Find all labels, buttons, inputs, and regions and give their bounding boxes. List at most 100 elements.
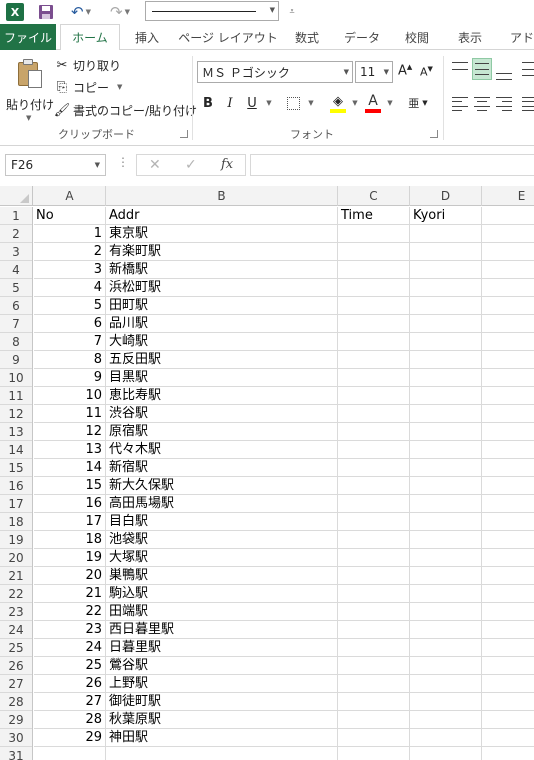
cell-kyori[interactable]: [410, 747, 482, 760]
cell-e[interactable]: [482, 423, 534, 440]
cell-addr[interactable]: 東京駅: [106, 225, 338, 242]
cell-addr[interactable]: 目黒駅: [106, 369, 338, 386]
paste-dropdown-icon[interactable]: ▼: [26, 114, 31, 122]
cell-c1[interactable]: Time: [338, 207, 410, 224]
cell-kyori[interactable]: [410, 513, 482, 530]
redo-button[interactable]: ↷ ▼: [105, 2, 135, 22]
undo-button[interactable]: ↶ ▼: [66, 2, 96, 22]
row-header[interactable]: 22: [0, 585, 32, 603]
row-header[interactable]: 17: [0, 495, 32, 513]
row-header[interactable]: 9: [0, 351, 32, 369]
cell-addr[interactable]: 御徒町駅: [106, 693, 338, 710]
cell-time[interactable]: [338, 549, 410, 566]
row-header[interactable]: 21: [0, 567, 32, 585]
row-header[interactable]: 6: [0, 297, 32, 315]
cell-kyori[interactable]: [410, 333, 482, 350]
row-header[interactable]: 2: [0, 225, 32, 243]
cell-no[interactable]: 13: [34, 441, 106, 458]
row-header[interactable]: 8: [0, 333, 32, 351]
cell-no[interactable]: 2: [34, 243, 106, 260]
cell-kyori[interactable]: [410, 369, 482, 386]
cell-e[interactable]: [482, 675, 534, 692]
row-header[interactable]: 10: [0, 369, 32, 387]
cell-kyori[interactable]: [410, 693, 482, 710]
cell-time[interactable]: [338, 297, 410, 314]
cell-no[interactable]: 23: [34, 621, 106, 638]
cell-time[interactable]: [338, 315, 410, 332]
cell-no[interactable]: 22: [34, 603, 106, 620]
format-painter-button[interactable]: 🖌 書式のコピー/貼り付け: [54, 100, 197, 120]
align-right-button[interactable]: [496, 97, 512, 111]
cell-time[interactable]: [338, 243, 410, 260]
excel-logo-icon[interactable]: X: [5, 2, 25, 22]
cell-e[interactable]: [482, 279, 534, 296]
cell-no[interactable]: 29: [34, 729, 106, 746]
cell-addr[interactable]: 有楽町駅: [106, 243, 338, 260]
cell-e[interactable]: [482, 333, 534, 350]
cell-e[interactable]: [482, 243, 534, 260]
cell-no[interactable]: 16: [34, 495, 106, 512]
tab-data[interactable]: データ: [336, 24, 388, 50]
cell-addr[interactable]: 原宿駅: [106, 423, 338, 440]
cell-no[interactable]: 26: [34, 675, 106, 692]
row-header[interactable]: 14: [0, 441, 32, 459]
cell-e[interactable]: [482, 225, 534, 242]
cell-e[interactable]: [482, 315, 534, 332]
select-all-button[interactable]: [0, 186, 33, 206]
fill-color-button[interactable]: ◈: [328, 92, 348, 114]
redo-dropdown-icon[interactable]: ▼: [125, 8, 130, 16]
cell-e[interactable]: [482, 621, 534, 638]
cell-addr[interactable]: 新橋駅: [106, 261, 338, 278]
tab-file[interactable]: ファイル: [0, 24, 56, 50]
row-header[interactable]: 12: [0, 405, 32, 423]
cell-no[interactable]: 15: [34, 477, 106, 494]
undo-dropdown-icon[interactable]: ▼: [86, 8, 91, 16]
cell-e[interactable]: [482, 747, 534, 760]
cell-time[interactable]: [338, 225, 410, 242]
cell-e[interactable]: [482, 531, 534, 548]
cell-addr[interactable]: 高田馬場駅: [106, 495, 338, 512]
align-top-button[interactable]: [452, 62, 468, 76]
font-size-select[interactable]: 11 ▼: [355, 61, 393, 83]
tab-home[interactable]: ホーム: [60, 24, 120, 51]
formula-bar-grip-icon[interactable]: ⋮: [117, 155, 129, 169]
cell-e[interactable]: [482, 549, 534, 566]
cell-addr[interactable]: 西日暮里駅: [106, 621, 338, 638]
row-header[interactable]: 16: [0, 477, 32, 495]
cell-time[interactable]: [338, 747, 410, 760]
cell-time[interactable]: [338, 279, 410, 296]
cell-e[interactable]: [482, 369, 534, 386]
borders-button[interactable]: [285, 92, 301, 114]
cell-kyori[interactable]: [410, 603, 482, 620]
cell-e[interactable]: [482, 639, 534, 656]
cell-addr[interactable]: 五反田駅: [106, 351, 338, 368]
cell-kyori[interactable]: [410, 243, 482, 260]
row-header[interactable]: 7: [0, 315, 32, 333]
text-direction-button[interactable]: [522, 62, 534, 76]
cell-no[interactable]: [34, 747, 106, 760]
underline-dropdown-icon[interactable]: ▼: [264, 92, 274, 114]
cell-kyori[interactable]: [410, 675, 482, 692]
shrink-font-button[interactable]: A▼: [420, 65, 433, 79]
cell-no[interactable]: 9: [34, 369, 106, 386]
cell-d1[interactable]: Kyori: [410, 207, 482, 224]
cell-addr[interactable]: 上野駅: [106, 675, 338, 692]
cell-kyori[interactable]: [410, 585, 482, 602]
cell-time[interactable]: [338, 333, 410, 350]
row-header[interactable]: 13: [0, 423, 32, 441]
cell-time[interactable]: [338, 441, 410, 458]
cell-e[interactable]: [482, 693, 534, 710]
align-left-button[interactable]: [452, 97, 468, 111]
underline-button[interactable]: U: [245, 92, 259, 114]
cancel-icon[interactable]: ✕: [149, 157, 161, 173]
cell-time[interactable]: [338, 603, 410, 620]
cell-no[interactable]: 5: [34, 297, 106, 314]
cell-time[interactable]: [338, 693, 410, 710]
cell-addr[interactable]: 田端駅: [106, 603, 338, 620]
cell-time[interactable]: [338, 495, 410, 512]
cell-addr[interactable]: 池袋駅: [106, 531, 338, 548]
cell-kyori[interactable]: [410, 405, 482, 422]
cell-addr[interactable]: 巣鴨駅: [106, 567, 338, 584]
cell-time[interactable]: [338, 639, 410, 656]
cell-addr[interactable]: 駒込駅: [106, 585, 338, 602]
